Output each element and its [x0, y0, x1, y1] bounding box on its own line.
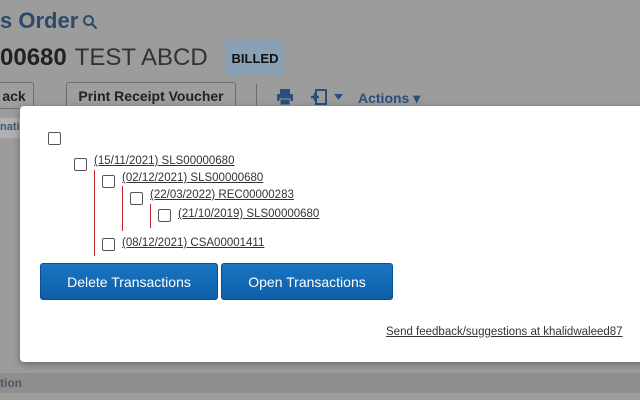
- bottom-section-label: tion: [0, 376, 22, 390]
- transactions-dialog: (15/11/2021) SLS00000680 (02/12/2021) SL…: [20, 106, 640, 362]
- bottom-section-bar: tion: [0, 373, 640, 393]
- status-badge: BILLED: [226, 40, 284, 76]
- record-number: 00680: [0, 44, 67, 71]
- tree-connector: [122, 186, 123, 231]
- record-heading: 00680 TEST ABCD: [0, 44, 208, 72]
- transaction-link[interactable]: (15/11/2021) SLS00000680: [94, 155, 234, 167]
- chevron-down-icon[interactable]: [334, 94, 343, 100]
- feedback-link[interactable]: Send feedback/suggestions at khalidwalee…: [386, 326, 623, 338]
- select-all-checkbox[interactable]: [48, 132, 61, 145]
- toolbar-divider: [256, 84, 257, 108]
- record-name: TEST ABCD: [74, 44, 208, 71]
- print-receipt-voucher-button[interactable]: Print Receipt Voucher: [66, 82, 236, 109]
- page-title: s Order: [0, 8, 79, 33]
- tree-connector: [94, 170, 95, 256]
- transaction-checkbox[interactable]: [74, 158, 87, 171]
- left-tab-label: nati: [0, 121, 20, 133]
- transaction-checkbox[interactable]: [102, 238, 115, 251]
- open-transactions-button[interactable]: Open Transactions: [221, 263, 393, 300]
- transaction-checkbox[interactable]: [158, 209, 171, 222]
- transaction-link[interactable]: (21/10/2019) SLS00000680: [178, 208, 319, 220]
- transaction-checkbox[interactable]: [102, 175, 115, 188]
- back-button[interactable]: ack: [0, 82, 34, 109]
- delete-transactions-button[interactable]: Delete Transactions: [40, 263, 218, 300]
- actions-menu[interactable]: Actions ▾: [358, 90, 420, 107]
- add-document-icon[interactable]: [310, 88, 332, 106]
- transaction-link[interactable]: (22/03/2022) REC00000283: [150, 189, 294, 201]
- print-icon[interactable]: [276, 88, 294, 106]
- search-icon[interactable]: [82, 14, 98, 30]
- transaction-link[interactable]: (08/12/2021) CSA00001411: [122, 237, 264, 249]
- transaction-checkbox[interactable]: [130, 192, 143, 205]
- transaction-link[interactable]: (02/12/2021) SLS00000680: [122, 172, 263, 184]
- tree-connector: [150, 204, 151, 228]
- left-tab: nati: [0, 118, 20, 138]
